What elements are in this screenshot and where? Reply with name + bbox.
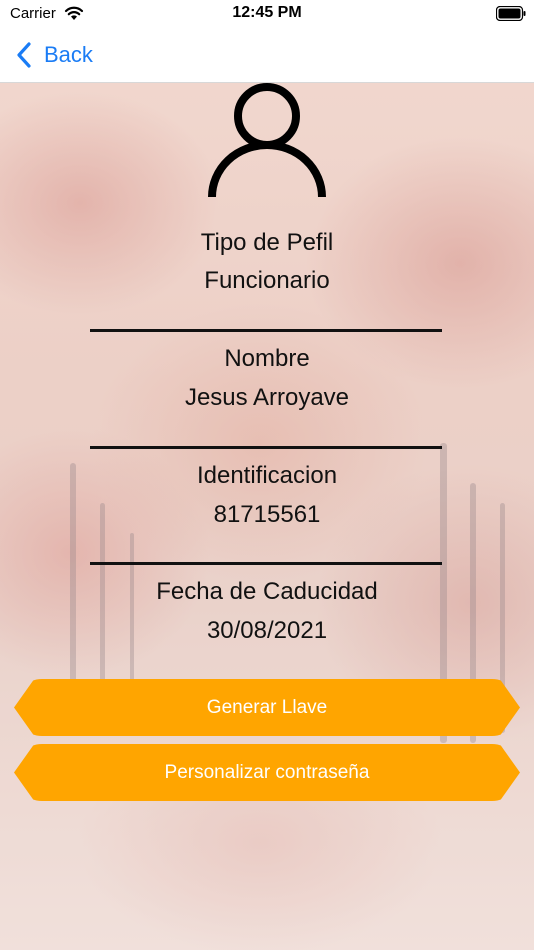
customize-password-button[interactable]: Personalizar contraseña (14, 744, 520, 801)
name-value: Jesus Arroyave (184, 384, 350, 411)
person-icon (208, 83, 326, 198)
expiry-date-value: 30/08/2021 (206, 617, 328, 644)
profile-content: Tipo de Pefil Funcionario Nombre Jesus A… (0, 83, 534, 950)
divider (90, 329, 442, 332)
divider (90, 446, 442, 449)
navigation-bar: Back (0, 28, 534, 83)
divider (90, 562, 442, 565)
back-label: Back (44, 42, 93, 67)
back-button[interactable]: Back (14, 38, 93, 72)
name-label: Nombre (224, 345, 310, 372)
battery-icon (496, 6, 526, 21)
expiry-date-label: Fecha de Caducidad (156, 578, 378, 605)
profile-type-label: Tipo de Pefil (200, 229, 334, 256)
identification-label: Identificacion (196, 462, 338, 489)
generate-key-button[interactable]: Generar Llave (14, 679, 520, 736)
status-bar: Carrier 12:45 PM (0, 0, 534, 28)
status-time: 12:45 PM (232, 4, 302, 21)
profile-type-value: Funcionario (204, 267, 330, 294)
chevron-left-icon (17, 42, 31, 68)
identification-value: 81715561 (213, 501, 321, 528)
